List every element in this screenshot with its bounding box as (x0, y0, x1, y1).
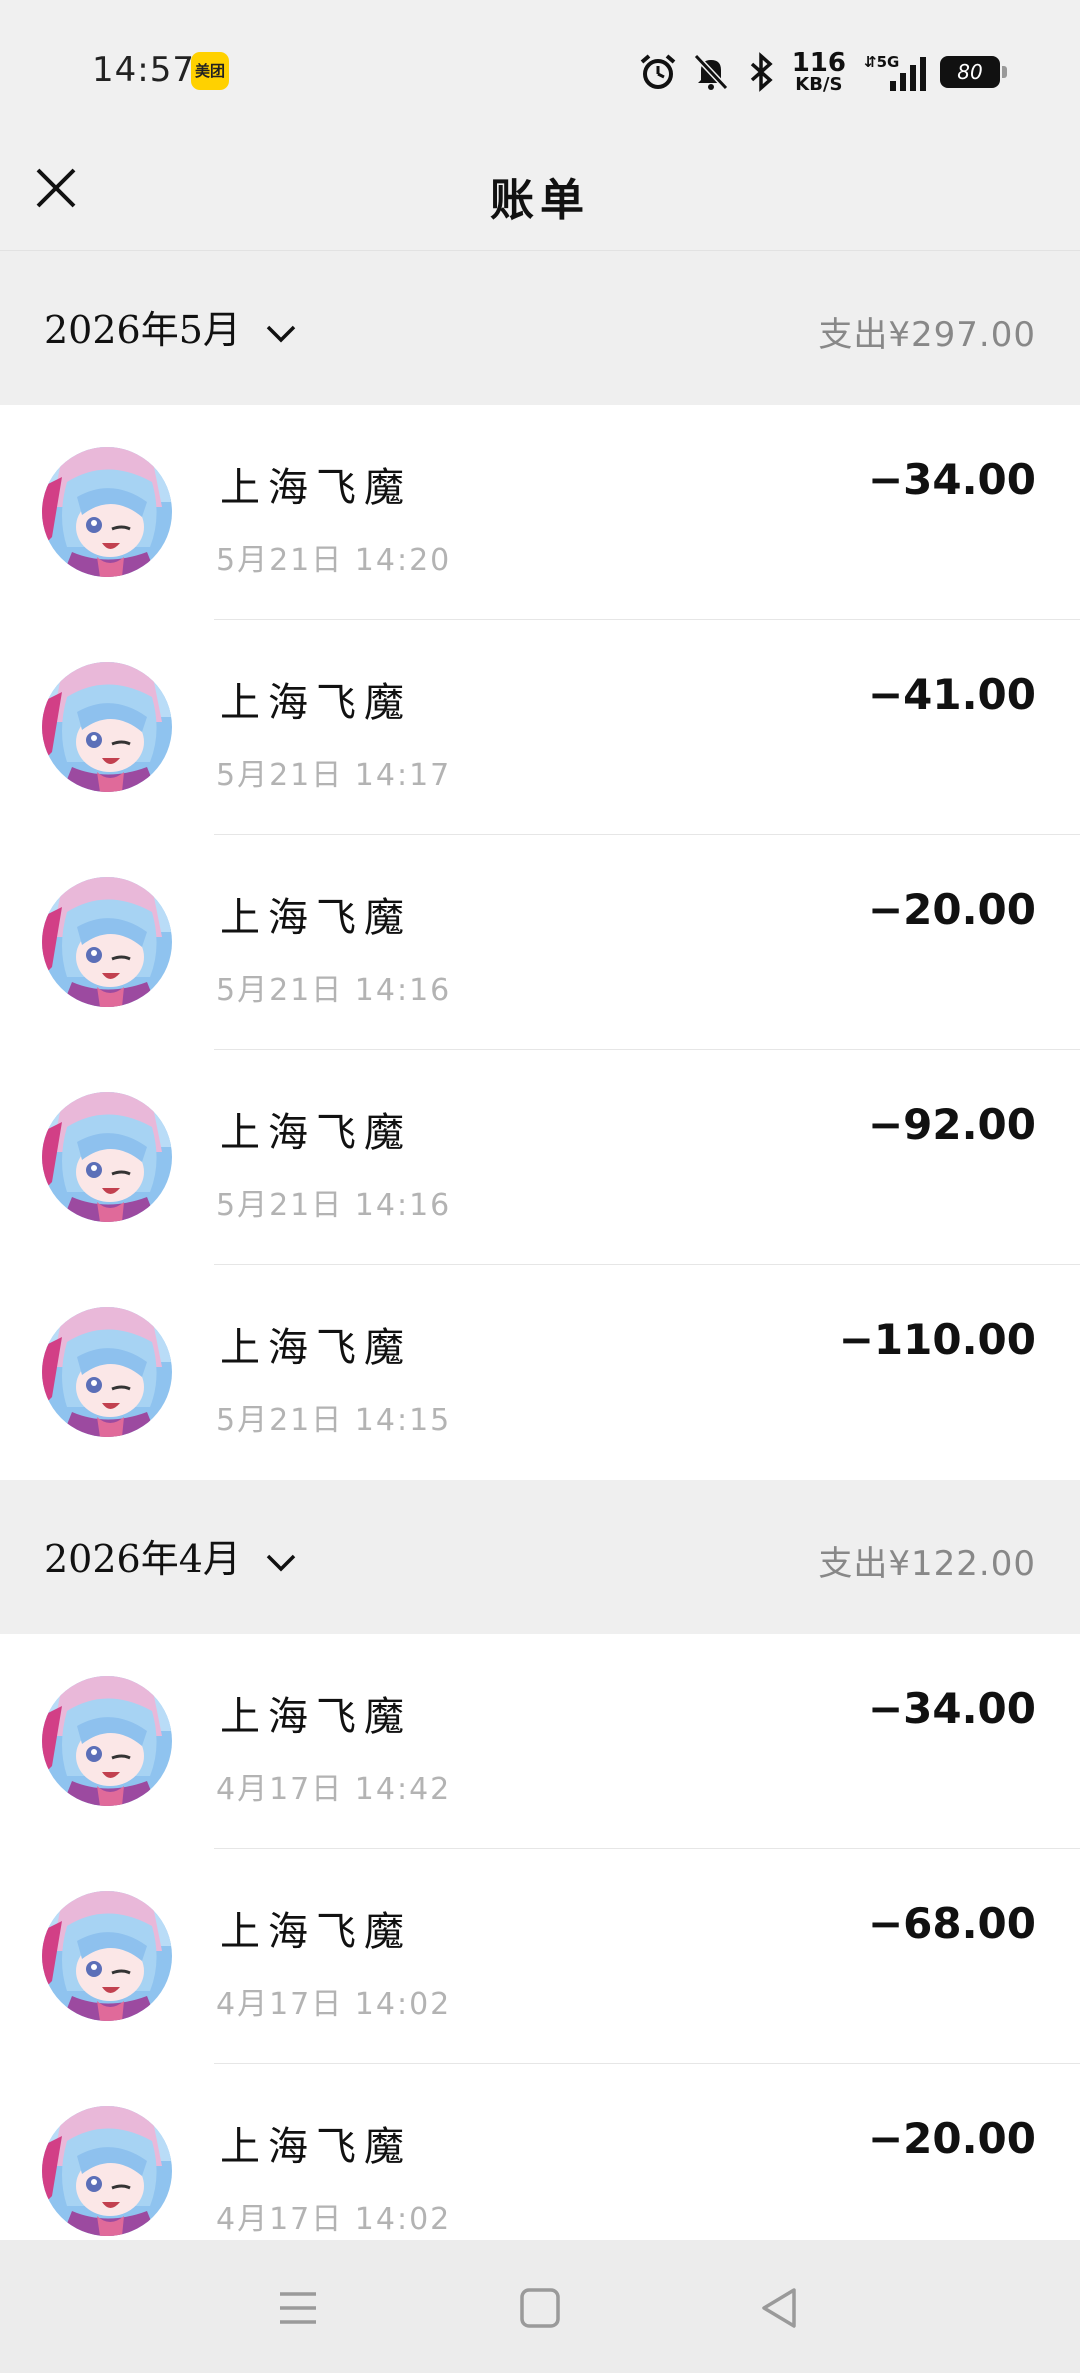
transaction-time: 5月21日 14:16 (216, 1188, 452, 1223)
transaction-amount: −110.00 (838, 1315, 1036, 1364)
month-label: 2026年5月 (44, 308, 241, 352)
transaction-amount: −92.00 (867, 1100, 1036, 1149)
network-speed: 116 KB/S (791, 48, 846, 95)
status-icons: 116 KB/S ⇵5G 80 (638, 44, 1007, 100)
alarm-icon (640, 54, 676, 89)
status-time: 14:57 (92, 50, 195, 90)
transaction-title: 上海飞魔 (220, 465, 412, 511)
avatar (42, 662, 172, 792)
avatar (42, 2106, 172, 2236)
home-button[interactable] (512, 2280, 568, 2336)
transaction-amount: −41.00 (867, 670, 1036, 719)
month-total: 支出¥297.00 (818, 315, 1036, 355)
month-total: 支出¥122.00 (818, 1544, 1036, 1584)
month-header-2026-04[interactable]: 2026年4月 支出¥122.00 (0, 1480, 1080, 1634)
avatar (42, 1676, 172, 1806)
transaction-row[interactable]: 上海飞魔 5月21日 14:16 −92.00 (0, 1050, 1080, 1265)
back-button[interactable] (752, 2280, 808, 2336)
transaction-title: 上海飞魔 (220, 1325, 412, 1371)
transaction-title: 上海飞魔 (220, 2124, 412, 2170)
battery-icon: 80 (940, 56, 1007, 88)
transaction-time: 5月21日 14:16 (216, 973, 452, 1008)
transaction-time: 4月17日 14:02 (216, 2202, 452, 2237)
transaction-row[interactable]: 上海飞魔 5月21日 14:20 −34.00 (0, 405, 1080, 620)
month-selector[interactable]: 2026年4月 (44, 1528, 297, 1583)
transaction-time: 4月17日 14:02 (216, 1987, 452, 2022)
transaction-amount: −68.00 (867, 1899, 1036, 1948)
transaction-title: 上海飞魔 (220, 680, 412, 726)
month-label: 2026年4月 (44, 1537, 241, 1581)
transaction-row[interactable]: 上海飞魔 5月21日 14:16 −20.00 (0, 835, 1080, 1050)
system-nav-bar (0, 2240, 1080, 2373)
transaction-row[interactable]: 上海飞魔 5月21日 14:15 −110.00 (0, 1265, 1080, 1480)
month-selector[interactable]: 2026年5月 (44, 299, 297, 354)
chevron-down-icon (266, 1554, 296, 1571)
transaction-title: 上海飞魔 (220, 1694, 412, 1740)
svg-text:⇵5G: ⇵5G (864, 53, 899, 71)
transaction-title: 上海飞魔 (220, 895, 412, 941)
transaction-time: 5月21日 14:17 (216, 758, 452, 793)
avatar (42, 877, 172, 1007)
transaction-title: 上海飞魔 (220, 1110, 412, 1156)
transaction-list: 上海飞魔 4月17日 14:42 −34.00 上海飞魔 4月17日 14:02… (0, 1634, 1080, 2279)
status-bar: 14:57 美团 116 KB/S ⇵5G 80 (0, 0, 1080, 140)
nav-bar: 账单 (0, 140, 1080, 251)
avatar (42, 447, 172, 577)
transaction-amount: −20.00 (867, 2114, 1036, 2163)
bluetooth-icon (750, 52, 773, 92)
avatar (42, 1307, 172, 1437)
transaction-amount: −34.00 (867, 455, 1036, 504)
avatar (42, 1092, 172, 1222)
transaction-amount: −34.00 (867, 1684, 1036, 1733)
chevron-down-icon (266, 325, 296, 342)
meituan-app-badge: 美团 (191, 52, 229, 90)
back-triangle-icon (762, 2288, 796, 2328)
month-header-2026-05[interactable]: 2026年5月 支出¥297.00 (0, 251, 1080, 405)
transaction-time: 5月21日 14:20 (216, 543, 452, 578)
transaction-list: 上海飞魔 5月21日 14:20 −34.00 上海飞魔 5月21日 14:17… (0, 405, 1080, 1480)
transaction-row[interactable]: 上海飞魔 4月17日 14:42 −34.00 (0, 1634, 1080, 1849)
signal-5g-icon: ⇵5G (864, 53, 926, 91)
avatar (42, 1891, 172, 2021)
transaction-time: 5月21日 14:15 (216, 1403, 452, 1438)
page-title: 账单 (490, 175, 590, 226)
transaction-title: 上海飞魔 (220, 1909, 412, 1955)
transaction-row[interactable]: 上海飞魔 5月21日 14:17 −41.00 (0, 620, 1080, 835)
transaction-row[interactable]: 上海飞魔 4月17日 14:02 −68.00 (0, 1849, 1080, 2064)
mute-bell-icon (693, 53, 728, 91)
home-square-icon (520, 2288, 560, 2328)
transaction-time: 4月17日 14:42 (216, 1772, 452, 1807)
menu-button[interactable] (270, 2280, 326, 2336)
transaction-amount: −20.00 (867, 885, 1036, 934)
bill-list[interactable]: 2026年5月 支出¥297.00 上海飞魔 5月21日 14:20 −34.0… (0, 251, 1080, 2279)
menu-icon (280, 2292, 316, 2324)
